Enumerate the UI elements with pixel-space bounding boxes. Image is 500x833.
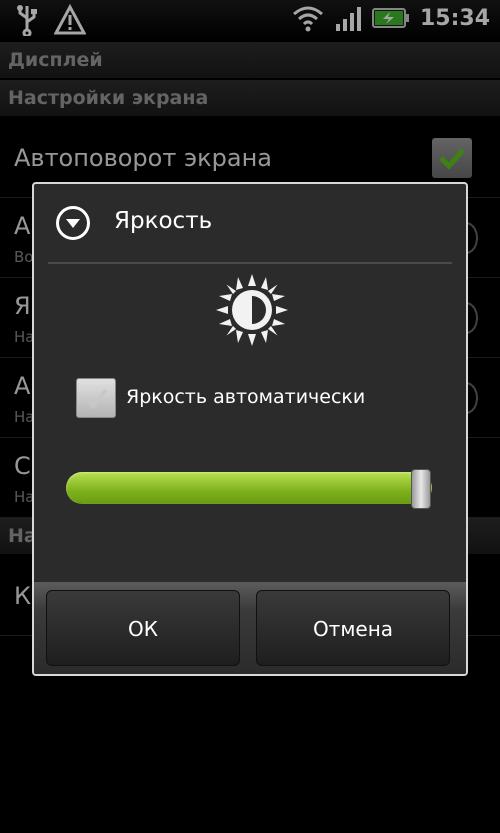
auto-brightness-label[interactable]: Яркость автоматически [126, 386, 365, 408]
brightness-dialog: Яркость Яркость автоматически ОК Отмена [32, 182, 468, 676]
dialog-footer: ОК Отмена [34, 582, 466, 674]
checkmark-icon [84, 388, 108, 409]
auto-brightness-checkbox[interactable] [76, 378, 116, 418]
brightness-sun-icon [216, 274, 288, 346]
cancel-button[interactable]: Отмена [256, 590, 450, 666]
brightness-slider-track[interactable] [66, 472, 432, 504]
dropdown-circle-icon [56, 206, 90, 240]
dialog-header: Яркость [34, 184, 466, 264]
brightness-slider-thumb[interactable] [411, 469, 432, 509]
dialog-title: Яркость [114, 208, 213, 234]
ok-button[interactable]: ОК [46, 590, 240, 666]
divider [48, 262, 452, 264]
